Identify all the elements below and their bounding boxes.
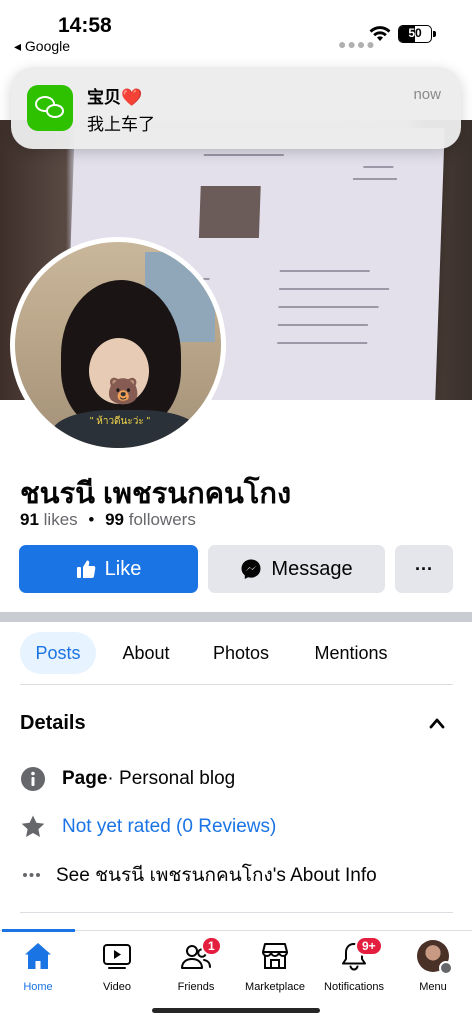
tab-posts[interactable]: Posts: [20, 632, 96, 674]
profile-avatar[interactable]: 🐻 " ห้าวดีนะว่ะ ": [10, 237, 226, 453]
messenger-icon: [241, 559, 261, 579]
tab-mentions[interactable]: Mentions: [302, 632, 400, 674]
nav-marketplace[interactable]: Marketplace: [235, 935, 315, 995]
battery-icon: 50: [398, 25, 432, 43]
notification-time: now: [413, 86, 441, 103]
wechat-icon: [27, 85, 73, 131]
nav-home-label: Home: [23, 981, 53, 993]
nav-friends[interactable]: 1 Friends: [156, 935, 236, 995]
tabs-divider: [20, 684, 453, 685]
page-label: Page: [62, 768, 108, 789]
battery-tip: [433, 31, 436, 37]
wifi-icon: [369, 26, 391, 41]
nav-home[interactable]: Home: [0, 935, 78, 995]
menu-avatar-icon: [416, 939, 453, 975]
page-category: · Personal blog: [107, 768, 236, 789]
back-to-google-link[interactable]: ◂ Google: [14, 38, 70, 55]
message-button[interactable]: Message: [208, 545, 385, 593]
bear-emoji-icon: 🐻: [107, 376, 140, 406]
info-icon: [20, 766, 52, 792]
notifications-badge: 9+: [355, 936, 383, 956]
battery-level: 50: [408, 26, 422, 40]
status-bar: 14:58 ◂ Google ●●●● 50: [0, 0, 472, 60]
message-label: Message: [271, 557, 353, 580]
video-icon: [100, 939, 134, 973]
details-divider: [20, 912, 453, 913]
wechat-notification[interactable]: 宝贝❤️ 我上车了 now: [11, 67, 461, 149]
followers-count: 99: [105, 510, 125, 529]
more-icon: ···: [415, 558, 433, 579]
likes-count: 91: [20, 510, 39, 529]
details-page-row: Page · Personal blog: [20, 764, 235, 794]
rating-link[interactable]: Not yet rated (0 Reviews): [62, 816, 276, 838]
about-info-link[interactable]: See ชนรนี เพชรนกคนโกง's About Info: [56, 860, 377, 890]
like-button[interactable]: Like: [19, 545, 198, 593]
thumbs-up-icon: [76, 560, 95, 578]
likes-label[interactable]: likes: [44, 510, 78, 529]
notification-title: 宝贝❤️: [87, 88, 143, 107]
more-horizontal-icon: [20, 862, 52, 888]
avatar-caption: " ห้าวดีนะว่ะ ": [89, 416, 151, 427]
nav-video-label: Video: [103, 981, 131, 993]
nav-friends-label: Friends: [177, 981, 215, 993]
tab-about[interactable]: About: [110, 632, 182, 674]
notification-body: 我上车了: [87, 115, 155, 134]
tab-photos[interactable]: Photos: [200, 632, 282, 674]
home-indicator[interactable]: [152, 1008, 320, 1013]
followers-label[interactable]: followers: [129, 510, 196, 529]
page-stats: 91 likes • 99 followers: [20, 510, 196, 529]
section-divider: [0, 612, 472, 622]
details-about-row[interactable]: See ชนรนี เพชรนกคนโกง's About Info: [20, 860, 377, 890]
friends-badge: 1: [201, 936, 222, 956]
nav-menu-label: Menu: [419, 981, 447, 993]
details-rating-row[interactable]: Not yet rated (0 Reviews): [20, 812, 276, 842]
nav-notifications[interactable]: 9+ Notifications: [314, 935, 394, 995]
home-icon: [21, 939, 55, 973]
active-tab-indicator: [2, 929, 75, 932]
more-options-button[interactable]: ···: [395, 545, 453, 593]
nav-marketplace-label: Marketplace: [245, 981, 305, 993]
nav-menu[interactable]: Menu: [393, 935, 472, 995]
like-label: Like: [104, 557, 142, 580]
chevron-up-icon[interactable]: [428, 716, 446, 730]
bell-icon: 9+: [337, 936, 383, 973]
status-time: 14:58: [58, 14, 112, 37]
nav-video[interactable]: Video: [77, 935, 157, 995]
friends-icon: 1: [179, 936, 222, 973]
marketplace-icon: [258, 939, 292, 973]
nav-notifications-label: Notifications: [324, 981, 384, 993]
details-heading: Details: [20, 712, 86, 734]
star-icon: [20, 814, 52, 840]
